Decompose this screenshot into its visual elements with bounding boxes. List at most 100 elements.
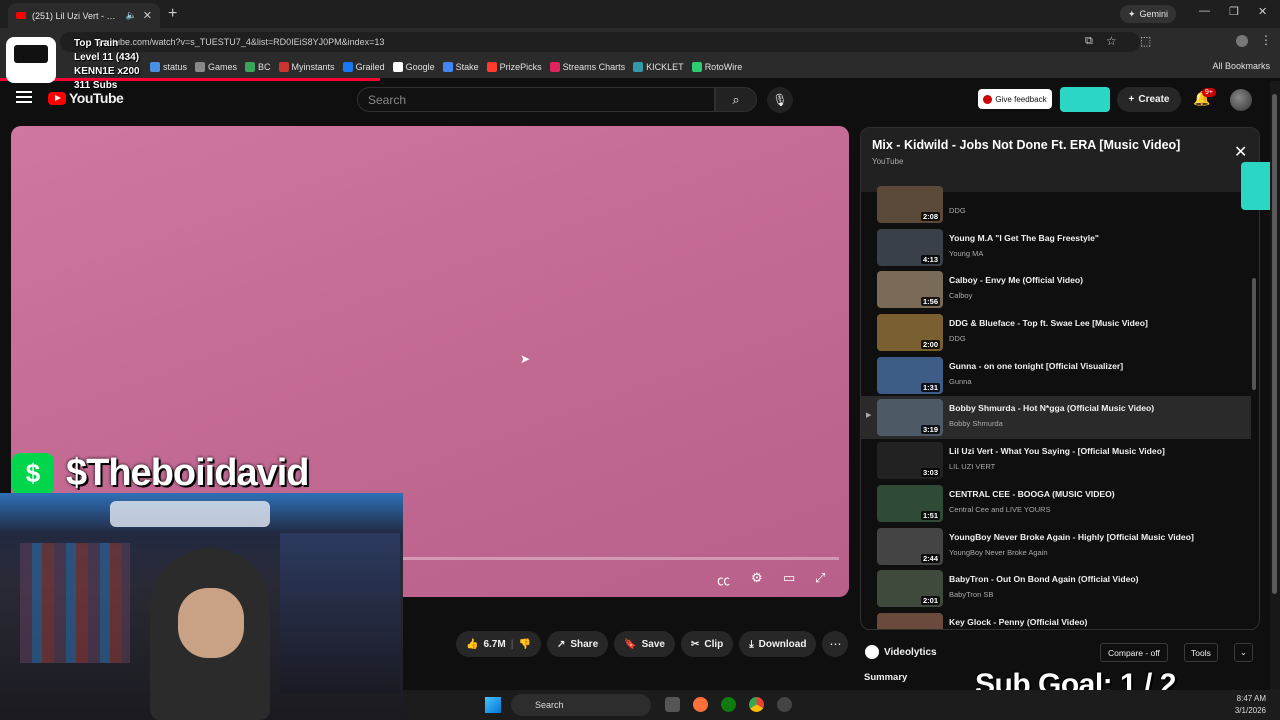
video-thumbnail[interactable]: 2:08	[877, 186, 943, 223]
video-title[interactable]: DDG & Blueface - Top ft. Swae Lee [Music…	[949, 318, 1148, 328]
bookmark-star-icon[interactable]: ☆	[1106, 34, 1117, 48]
share-button[interactable]: ↗ Share	[546, 631, 609, 657]
video-title[interactable]: Calboy - Envy Me (Official Video)	[949, 275, 1083, 285]
bookmark-item[interactable]: Google	[392, 62, 435, 72]
task-view-icon[interactable]	[665, 697, 680, 712]
taskbar-search[interactable]: Search	[511, 694, 651, 716]
download-button[interactable]: ⤓ Download	[739, 631, 817, 657]
close-playlist-icon[interactable]: ✕	[1234, 142, 1247, 162]
chrome-icon[interactable]	[749, 697, 764, 712]
playlist-item[interactable]: 1:56 Calboy - Envy Me (Official Video) Cal…	[861, 268, 1251, 311]
video-title[interactable]: Gunna - on one tonight [Official Visuali…	[949, 361, 1123, 371]
playlist-title[interactable]: Mix - Kidwild - Jobs Not Done Ft. ERA [M…	[872, 138, 1180, 152]
create-button[interactable]: + Create	[1117, 87, 1181, 112]
give-feedback-button[interactable]: Give feedback	[978, 89, 1052, 109]
page-scrollbar-thumb[interactable]	[1272, 94, 1277, 594]
playlist-item[interactable]: 3:03 Lil Uzi Vert - What You Saying - [Of…	[861, 439, 1251, 482]
playlist-item[interactable]: Key Glock - Penny (Official Video)Key Gl…	[861, 610, 1251, 629]
like-button[interactable]: 👍 6.7M | 👎	[456, 631, 541, 657]
search-input[interactable]: Search	[357, 87, 715, 112]
minimize-icon[interactable]: —	[1199, 5, 1210, 17]
url-field[interactable]: youtube.com/watch?v=s_TUESTU7_4&list=RD0…	[60, 32, 1140, 52]
bookmark-item[interactable]: RotoWire	[691, 62, 742, 72]
taskbar-clock[interactable]: 8:47 AM 3/1/2026	[1235, 693, 1266, 717]
playlist-item[interactable]: 2:00 DDG & Blueface - Top ft. Swae Lee [M…	[861, 311, 1251, 354]
account-avatar[interactable]	[1230, 89, 1252, 111]
bookmark-item[interactable]: status	[150, 62, 187, 72]
theater-mode-icon[interactable]: ▭	[783, 570, 795, 586]
tools-dropdown[interactable]: Tools	[1184, 643, 1218, 662]
save-button[interactable]: 🔖 Save	[614, 631, 675, 657]
browser-tabbar: (251) Lil Uzi Vert - What Yo 🔈 ✕ + ✦ Gem…	[0, 0, 1280, 28]
videolytics-logo-icon	[865, 645, 879, 659]
settings-gear-icon[interactable]: ⚙	[751, 570, 763, 586]
menu-icon[interactable]	[16, 91, 32, 106]
video-title[interactable]: Bobby Shmurda - Hot N*gga (Official Musi…	[949, 403, 1154, 413]
playlist-item[interactable]: 2:01 BabyTron - Out On Bond Again (Offici…	[861, 567, 1251, 610]
video-thumbnail[interactable]: 2:01	[877, 570, 943, 608]
new-tab-button[interactable]: +	[168, 5, 177, 23]
bookmark-item[interactable]: Games	[195, 62, 237, 72]
video-title[interactable]: CENTRAL CEE - BOOGA (MUSIC VIDEO)	[949, 489, 1115, 499]
tab-close-icon[interactable]: ✕	[143, 9, 152, 22]
video-thumbnail[interactable]: 1:31	[877, 356, 943, 394]
chevron-down-icon[interactable]: ⌄	[1234, 643, 1253, 662]
video-thumbnail[interactable]: 2:44	[877, 527, 943, 565]
profile-avatar[interactable]	[1236, 35, 1248, 47]
voice-search-button[interactable]: 🎙	[767, 87, 793, 113]
video-title[interactable]: YoungBoy Never Broke Again - Highly [Off…	[949, 532, 1194, 542]
video-thumbnail[interactable]	[877, 612, 943, 629]
video-thumbnail[interactable]: 3:03	[877, 442, 943, 480]
thumbs-down-icon[interactable]: 👎	[519, 639, 531, 650]
captions-icon[interactable]: ㏄	[717, 570, 730, 589]
clip-button[interactable]: ✂ Clip	[680, 631, 734, 657]
gemini-button[interactable]: ✦ Gemini	[1120, 5, 1177, 23]
bookmark-item[interactable]: PrizePicks	[486, 62, 542, 72]
extension-toggle-button[interactable]	[1060, 87, 1110, 112]
video-title[interactable]: Young M.A "I Get The Bag Freestyle"	[949, 233, 1099, 243]
playlist-item[interactable]: 2:44 YoungBoy Never Broke Again - Highly …	[861, 525, 1251, 568]
windows-start-icon[interactable]	[485, 697, 501, 713]
bookmark-label: Grailed	[355, 62, 385, 72]
video-thumbnail[interactable]: 2:00	[877, 314, 943, 352]
all-bookmarks[interactable]: All Bookmarks	[1212, 61, 1270, 71]
extension-side-tab[interactable]	[1241, 162, 1270, 210]
video-title[interactable]: BabyTron - Out On Bond Again (Official V…	[949, 574, 1139, 584]
video-thumbnail[interactable]: 3:19	[877, 399, 943, 437]
video-thumbnail[interactable]: 4:13	[877, 228, 943, 266]
playlist-item[interactable]: 4:13 Young M.A "I Get The Bag Freestyle" Y…	[861, 226, 1251, 269]
extensions-icon[interactable]: ⬚	[1140, 34, 1151, 48]
compare-toggle[interactable]: Compare - off	[1100, 643, 1168, 662]
playlist-item[interactable]: 1:31 Gunna - on one tonight [Official Vis…	[861, 354, 1251, 397]
video-title[interactable]: Lil Uzi Vert - What You Saying - [Offici…	[949, 446, 1165, 456]
video-title[interactable]: Key Glock - Penny (Official Video)	[949, 617, 1087, 627]
video-duration: 1:31	[920, 382, 940, 392]
fullscreen-icon[interactable]: ⤢	[815, 570, 825, 586]
train-line: Level 11 (434)	[74, 52, 140, 63]
bookmark-item[interactable]: Streams Charts	[549, 62, 625, 72]
install-icon[interactable]: ⧉	[1085, 35, 1093, 48]
video-thumbnail[interactable]: 1:56	[877, 271, 943, 309]
playlist-item[interactable]: 1:51 CENTRAL CEE - BOOGA (MUSIC VIDEO) Cen…	[861, 482, 1251, 525]
firefox-icon[interactable]	[693, 697, 708, 712]
channel-name: BabyTron SB	[949, 590, 994, 600]
playlist-scrollbar[interactable]	[1252, 278, 1256, 390]
bookmark-item[interactable]: Stake	[442, 62, 479, 72]
window-close-icon[interactable]: ✕	[1258, 5, 1267, 18]
restore-icon[interactable]: ❐	[1229, 5, 1239, 18]
video-thumbnail[interactable]: 1:51	[877, 484, 943, 522]
mute-icon[interactable]: 🔈	[126, 10, 137, 21]
bookmark-item[interactable]: Myinstants	[278, 62, 335, 72]
bookmark-item[interactable]: Grailed	[342, 62, 385, 72]
bookmark-item[interactable]: KICKLET	[633, 62, 684, 72]
browser-tab[interactable]: (251) Lil Uzi Vert - What Yo 🔈 ✕	[8, 3, 160, 28]
xbox-icon[interactable]	[721, 697, 736, 712]
search-button[interactable]: ⌕	[715, 87, 757, 112]
bookmark-item[interactable]: BC	[245, 62, 271, 72]
playlist-item[interactable]: ▶ 3:19 Bobby Shmurda - Hot N*gga (Official…	[861, 396, 1251, 440]
app-icon[interactable]	[777, 697, 792, 712]
more-actions-icon[interactable]: ⋯	[822, 631, 849, 657]
browser-menu-icon[interactable]: ⋮	[1260, 33, 1272, 47]
playlist-item[interactable]: 2:08 DDG	[861, 183, 1251, 226]
youtube-header: YouTube Search ⌕ 🎙 Give feedback + Creat…	[0, 81, 1280, 119]
